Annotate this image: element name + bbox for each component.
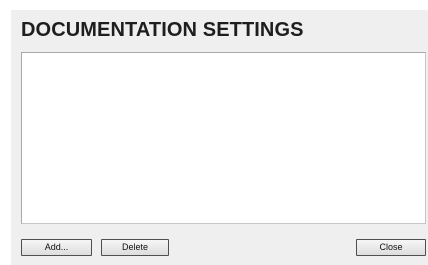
dialog-title: DOCUMENTATION SETTINGS [21, 19, 304, 41]
close-button[interactable]: Close [356, 239, 426, 256]
documentation-list[interactable] [21, 52, 426, 224]
delete-button[interactable]: Delete [101, 239, 169, 256]
documentation-settings-dialog: DOCUMENTATION SETTINGS Add... Delete Clo… [0, 0, 428, 265]
add-button[interactable]: Add... [21, 239, 92, 256]
